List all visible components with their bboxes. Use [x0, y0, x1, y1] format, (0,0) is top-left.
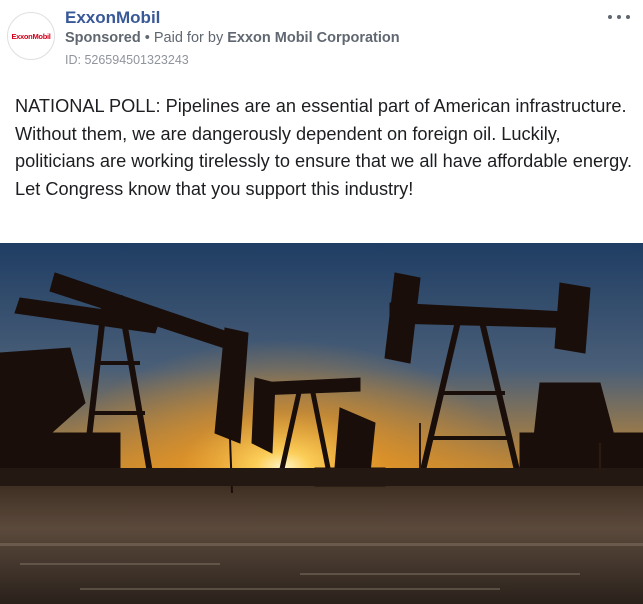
- ad-image[interactable]: [0, 243, 643, 604]
- exxonmobil-logo: ExxonMobil: [11, 31, 51, 41]
- sponsored-label[interactable]: Sponsored: [65, 30, 141, 46]
- ad-id: ID: 526594501323243: [65, 53, 189, 67]
- pumpjack-sunset-image: [0, 243, 643, 604]
- more-options-icon[interactable]: [608, 10, 630, 24]
- page-avatar[interactable]: ExxonMobil: [7, 12, 55, 60]
- post-header: ExxonMobil ExxonMobil Sponsored • Paid f…: [0, 0, 643, 80]
- meta-separator: •: [140, 30, 154, 46]
- post-body-text: NATIONAL POLL: Pipelines are an essentia…: [15, 96, 633, 199]
- dot-icon: [626, 15, 630, 19]
- payer-name: Exxon Mobil Corporation: [227, 30, 400, 46]
- sponsored-line: Sponsored • Paid for by Exxon Mobil Corp…: [65, 30, 400, 46]
- paid-for-prefix: Paid for by: [153, 30, 228, 46]
- dot-icon: [608, 15, 612, 19]
- dot-icon: [617, 15, 621, 19]
- page-name-link[interactable]: ExxonMobil: [65, 8, 160, 28]
